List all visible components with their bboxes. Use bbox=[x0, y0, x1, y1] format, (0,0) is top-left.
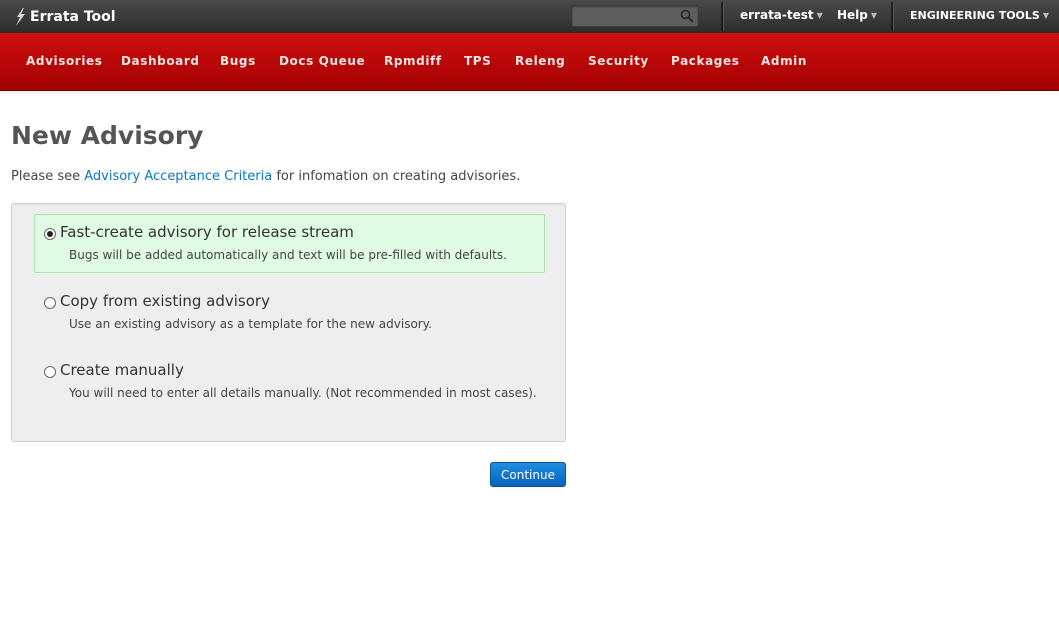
divider bbox=[891, 2, 894, 31]
radio-copy-existing[interactable] bbox=[44, 297, 56, 309]
nav-item-security[interactable]: Security bbox=[588, 54, 649, 68]
intro-text: Please see Advisory Acceptance Criteria … bbox=[11, 169, 520, 184]
option-title: Create manually bbox=[60, 361, 184, 379]
nav-item-rpmdiff[interactable]: Rpmdiff bbox=[384, 54, 442, 68]
app-title: Errata Tool bbox=[30, 9, 116, 25]
nav-item-dashboard[interactable]: Dashboard bbox=[121, 54, 200, 68]
chevron-down-icon: ▼ bbox=[870, 10, 878, 20]
option-description: Bugs will be added automatically and tex… bbox=[69, 248, 507, 262]
intro-text-before: Please see bbox=[11, 169, 81, 184]
engineering-tools-menu[interactable]: ENGINEERING TOOLS ▼ bbox=[910, 9, 1049, 22]
option-description: Use an existing advisory as a template f… bbox=[69, 317, 432, 331]
option-title: Copy from existing advisory bbox=[60, 292, 270, 310]
option-copy-existing[interactable]: Copy from existing advisory Use an exist… bbox=[34, 283, 545, 342]
nav-item-advisories[interactable]: Advisories bbox=[26, 54, 103, 68]
main-nav: Advisories Dashboard Bugs Docs Queue Rpm… bbox=[0, 33, 1059, 91]
nav-item-docs-queue[interactable]: Docs Queue bbox=[279, 54, 365, 68]
page-title: New Advisory bbox=[11, 121, 204, 150]
option-create-manually[interactable]: Create manually You will need to enter a… bbox=[34, 352, 545, 411]
nav-shadow bbox=[0, 91, 1000, 97]
help-menu-label: Help bbox=[837, 8, 868, 22]
nav-item-admin[interactable]: Admin bbox=[761, 54, 807, 68]
chevron-down-icon: ▼ bbox=[816, 10, 823, 20]
top-bar: Errata Tool errata-test ▼ Help ▼ ENGINEE… bbox=[0, 0, 1059, 33]
help-menu[interactable]: Help ▼ bbox=[837, 8, 877, 22]
nav-item-tps[interactable]: TPS bbox=[464, 54, 491, 68]
option-description: You will need to enter all details manua… bbox=[69, 386, 537, 400]
continue-button[interactable]: Continue bbox=[490, 462, 566, 487]
user-menu[interactable]: errata-test ▼ bbox=[740, 8, 823, 22]
radio-create-manually[interactable] bbox=[44, 366, 56, 378]
radio-fast-create[interactable] bbox=[44, 228, 56, 240]
acceptance-criteria-link[interactable]: Advisory Acceptance Criteria bbox=[84, 169, 272, 184]
lightning-icon bbox=[16, 8, 25, 26]
nav-item-packages[interactable]: Packages bbox=[671, 54, 739, 68]
search-box bbox=[571, 5, 699, 27]
chevron-down-icon: ▼ bbox=[1042, 11, 1049, 20]
nav-item-releng[interactable]: Releng bbox=[515, 54, 565, 68]
user-menu-label: errata-test bbox=[740, 8, 814, 22]
search-icon[interactable] bbox=[680, 9, 694, 23]
search-input[interactable] bbox=[572, 6, 688, 26]
divider bbox=[721, 2, 724, 31]
app-brand[interactable]: Errata Tool bbox=[14, 7, 116, 27]
option-title: Fast-create advisory for release stream bbox=[60, 223, 354, 241]
creation-options-panel: Fast-create advisory for release stream … bbox=[11, 203, 566, 442]
engineering-tools-label: ENGINEERING TOOLS bbox=[910, 9, 1040, 22]
option-fast-create[interactable]: Fast-create advisory for release stream … bbox=[34, 214, 545, 273]
nav-item-bugs[interactable]: Bugs bbox=[220, 54, 256, 68]
intro-text-after: for infomation on creating advisories. bbox=[276, 169, 521, 184]
